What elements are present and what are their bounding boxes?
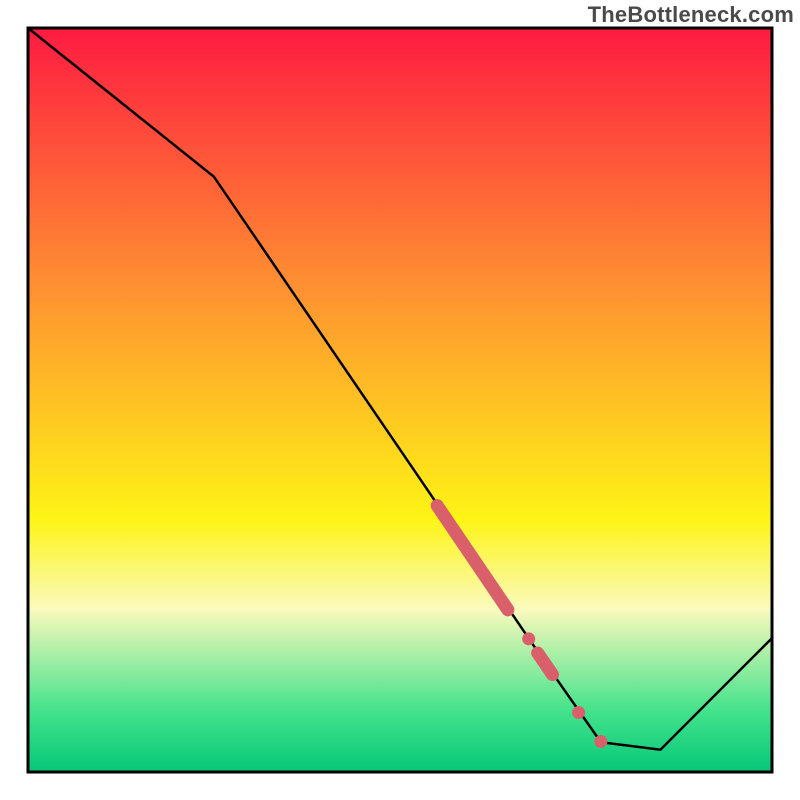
bottleneck-chart xyxy=(0,0,800,800)
chart-container: TheBottleneck.com xyxy=(0,0,800,800)
highlight-dot-2 xyxy=(572,706,585,719)
highlight-dot-3 xyxy=(594,735,607,748)
plot-background xyxy=(28,28,772,772)
watermark-label: TheBottleneck.com xyxy=(588,2,794,28)
highlight-dot-1 xyxy=(522,632,535,645)
